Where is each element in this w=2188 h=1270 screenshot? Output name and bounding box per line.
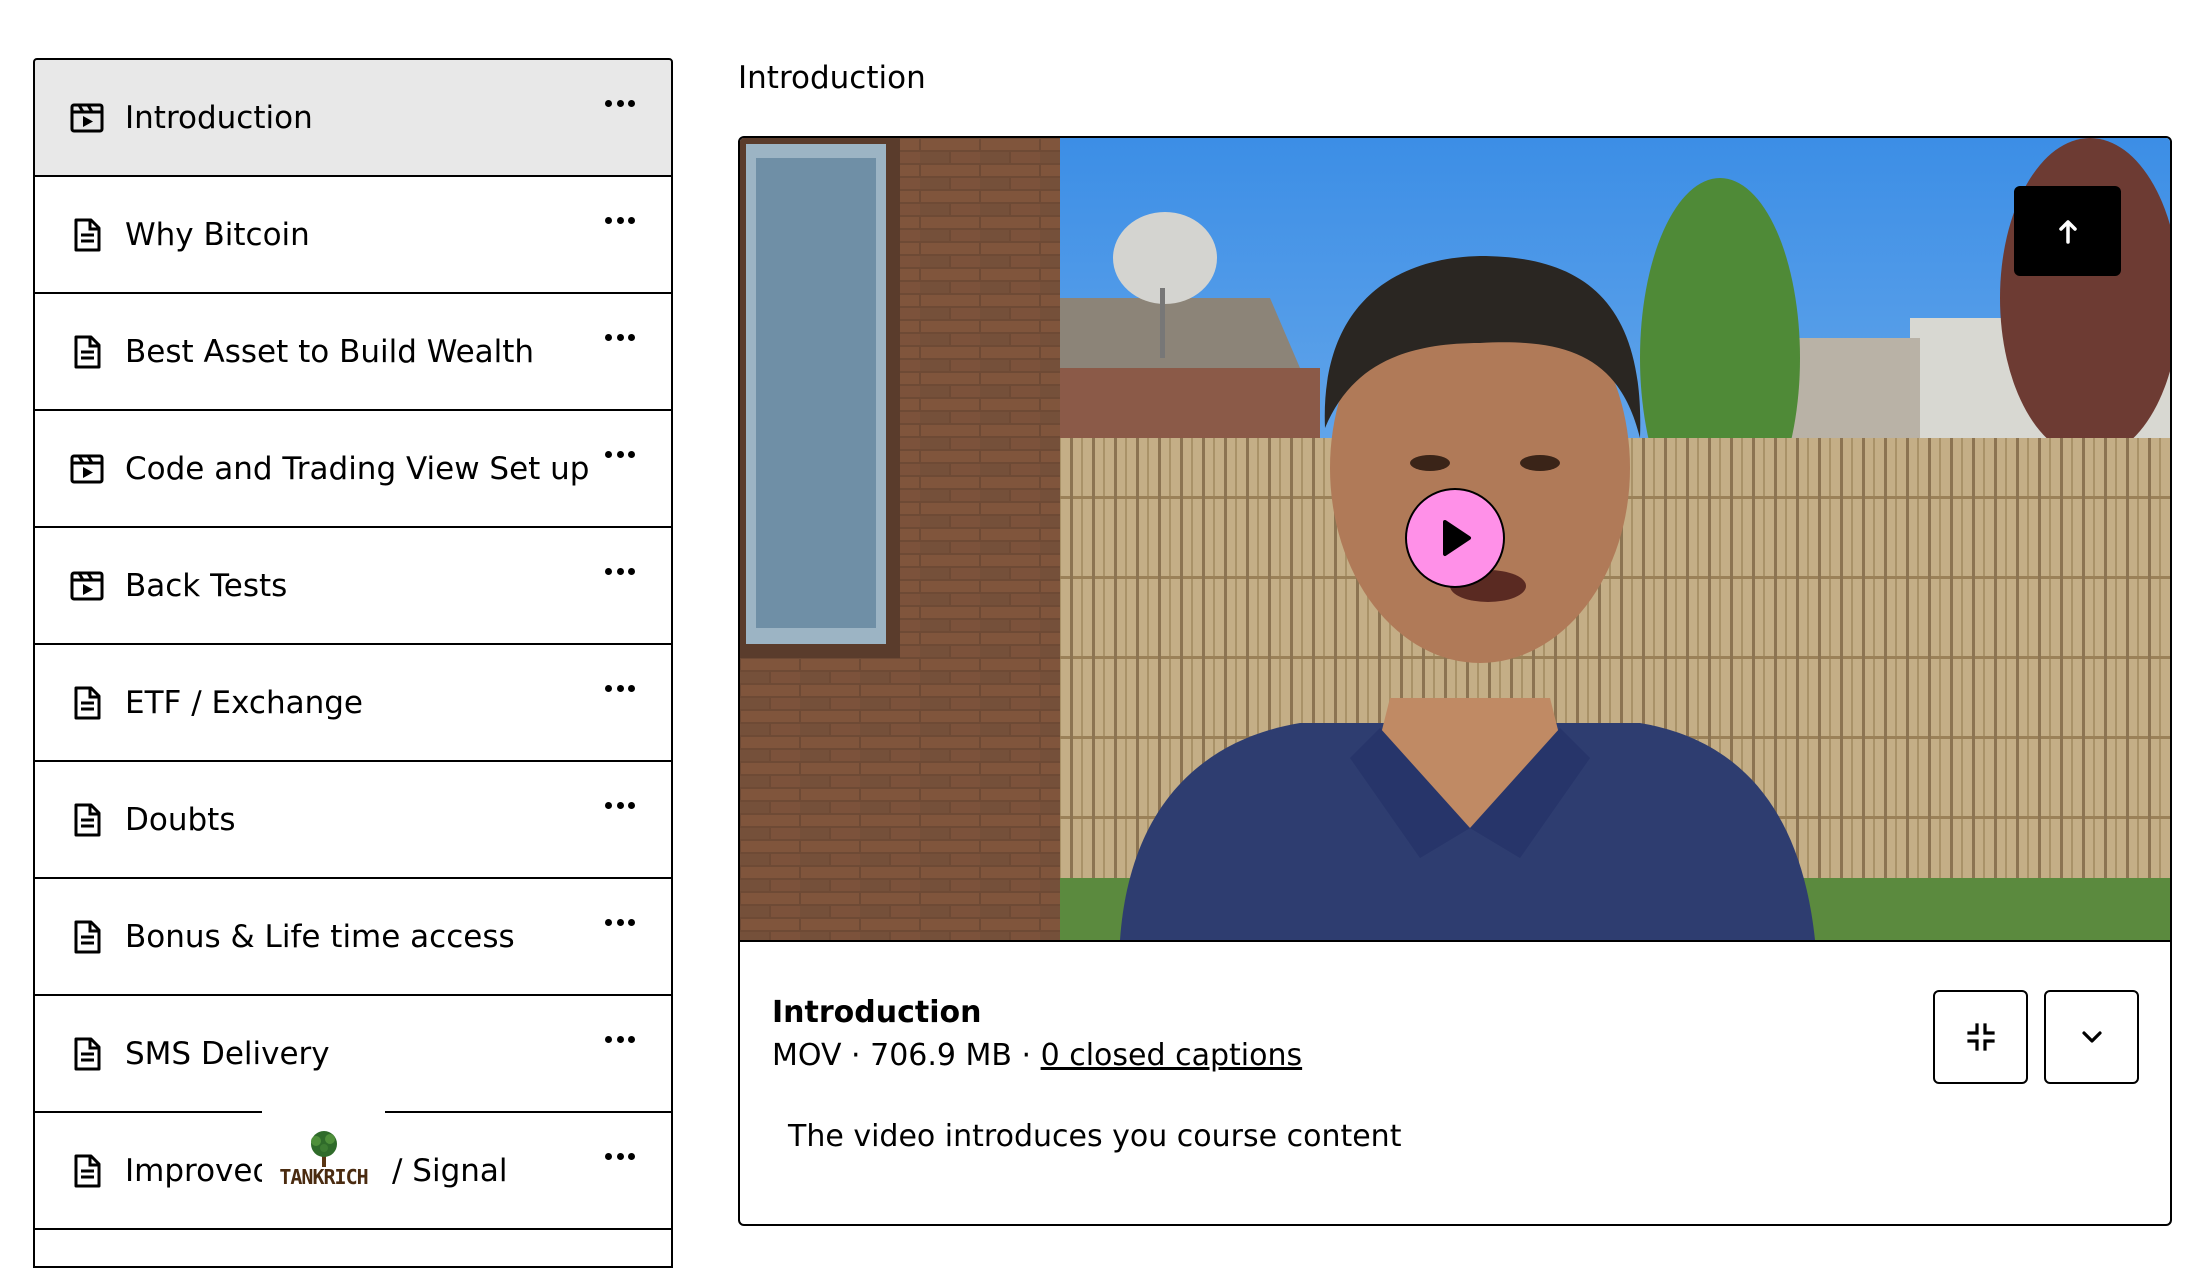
sidebar-item-sms-delivery[interactable]: SMS Delivery (33, 994, 673, 1113)
video-file-icon (70, 571, 104, 600)
file-description: The video introduces you course content (788, 1119, 1402, 1154)
document-icon (74, 803, 101, 836)
content-sidebar: Introduction Why Bitcoin Best Asset to B… (33, 58, 673, 1268)
media-card: Introduction MOV · 706.9 MB · 0 closed c… (738, 136, 2172, 1226)
tree-icon (310, 1131, 337, 1167)
document-icon (74, 686, 101, 719)
document-icon (74, 1154, 101, 1187)
more-horizontal-icon[interactable] (605, 1153, 635, 1163)
document-icon (74, 1037, 101, 1070)
file-meta: MOV · 706.9 MB · 0 closed captions (772, 1038, 1302, 1073)
sidebar-item-best-asset[interactable]: Best Asset to Build Wealth (33, 292, 673, 411)
video-file-icon (70, 103, 104, 132)
closed-captions-link[interactable]: 0 closed captions (1041, 1038, 1303, 1073)
sidebar-item-partial[interactable] (33, 1228, 673, 1268)
tankrich-logo: TANKRICH (262, 1109, 385, 1203)
expand-button[interactable] (2044, 990, 2139, 1084)
sidebar-item-improved-signal[interactable]: Improved / Signal TANKRICH (33, 1109, 673, 1230)
document-icon (74, 218, 101, 251)
sidebar-item-introduction[interactable]: Introduction (33, 58, 673, 177)
sidebar-item-label: SMS Delivery (125, 1035, 330, 1072)
sidebar-item-label: Introduction (125, 99, 313, 136)
collapse-button[interactable] (1933, 990, 2028, 1084)
document-icon (74, 335, 101, 368)
file-name: Introduction (772, 995, 982, 1030)
sidebar-item-why-bitcoin[interactable]: Why Bitcoin (33, 175, 673, 294)
sidebar-item-label: Code and Trading View Set up (125, 450, 590, 487)
sidebar-item-bonus[interactable]: Bonus & Life time access (33, 877, 673, 996)
meta-separator: · (841, 1038, 871, 1073)
more-horizontal-icon[interactable] (605, 685, 635, 695)
video-file-icon (70, 454, 104, 483)
arrow-up-icon (2058, 220, 2077, 244)
more-horizontal-icon[interactable] (605, 802, 635, 812)
page-title: Introduction (738, 60, 926, 96)
sidebar-item-label: Doubts (125, 801, 236, 838)
more-horizontal-icon[interactable] (605, 568, 635, 578)
sidebar-item-label: Best Asset to Build Wealth (125, 333, 535, 370)
sidebar-item-etf-exchange[interactable]: ETF / Exchange (33, 643, 673, 762)
more-horizontal-icon[interactable] (605, 919, 635, 929)
play-button[interactable] (1405, 488, 1505, 588)
sidebar-item-back-tests[interactable]: Back Tests (33, 526, 673, 645)
more-horizontal-icon[interactable] (605, 100, 635, 110)
video-preview[interactable] (740, 138, 2170, 942)
document-icon (74, 920, 101, 953)
sidebar-item-label: Why Bitcoin (125, 216, 310, 253)
meta-separator: · (1012, 1038, 1041, 1073)
collapse-icon (1966, 1023, 1995, 1051)
more-horizontal-icon[interactable] (605, 1036, 635, 1046)
sidebar-item-doubts[interactable]: Doubts (33, 760, 673, 879)
file-size: 706.9 MB (870, 1038, 1012, 1073)
sidebar-item-code-trading-view[interactable]: Code and Trading View Set up (33, 409, 673, 528)
upload-button[interactable] (2014, 186, 2121, 276)
sidebar-item-label: Bonus & Life time access (125, 918, 515, 955)
chevron-down-icon (2081, 1031, 2102, 1043)
logo-text: TANKRICH (279, 1165, 368, 1189)
more-horizontal-icon[interactable] (605, 334, 635, 344)
file-format: MOV (772, 1038, 842, 1073)
play-icon (1443, 520, 1471, 556)
sidebar-item-label: Back Tests (125, 567, 288, 604)
sidebar-item-label-tail: / Signal (392, 1152, 508, 1189)
more-horizontal-icon[interactable] (605, 217, 635, 227)
sidebar-item-label: ETF / Exchange (125, 684, 363, 721)
more-horizontal-icon[interactable] (605, 451, 635, 461)
sidebar-item-label: Improved (125, 1152, 273, 1189)
